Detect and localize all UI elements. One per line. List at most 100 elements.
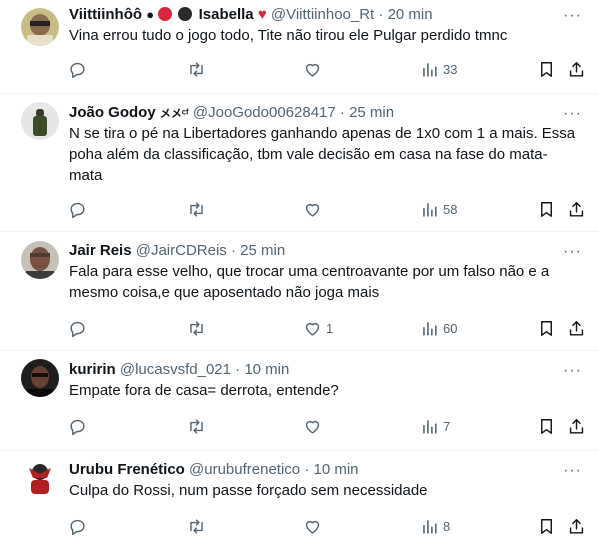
reply-icon (70, 321, 85, 337)
share-icon (569, 518, 584, 534)
retweet-icon (190, 61, 203, 77)
reply-button[interactable] (68, 318, 87, 338)
display-name[interactable]: Viittiinhôô (69, 6, 142, 23)
bookmark-button[interactable] (537, 318, 556, 338)
bookmark-button[interactable] (537, 59, 556, 79)
retweet-button[interactable] (187, 318, 206, 338)
share-button[interactable] (567, 199, 586, 219)
bookmark-icon (541, 518, 552, 534)
avatar[interactable] (21, 102, 59, 140)
share-icon (569, 201, 584, 217)
bookmark-icon (541, 418, 552, 434)
black-circle-emoji-icon (178, 7, 193, 21)
views-icon (423, 202, 437, 217)
red-heart-emoji-icon: ♥ (257, 6, 267, 23)
like-count: 1 (326, 320, 334, 336)
avatar[interactable] (21, 458, 59, 496)
avatar[interactable] (21, 241, 59, 279)
more-options-icon[interactable]: ··· (563, 363, 582, 379)
separator-dot: · (339, 104, 345, 121)
reply-icon (70, 62, 85, 78)
tweet-text: N se tira o pé na Libertadores ganhando … (69, 125, 576, 184)
timestamp[interactable]: 25 min (349, 104, 394, 121)
retweet-icon (190, 320, 203, 336)
share-button[interactable] (567, 516, 586, 536)
action-bar: 33 (0, 59, 599, 79)
bookmark-icon (541, 201, 552, 217)
share-button[interactable] (567, 318, 586, 338)
tweet-header: Viittiinhôô ● Isabella ♥ @Viittiinhoo_Rt… (69, 6, 559, 24)
like-button[interactable] (303, 516, 326, 536)
timestamp[interactable]: 25 min (240, 242, 285, 259)
like-icon (305, 420, 320, 434)
display-name[interactable]: João Godoy (69, 104, 156, 121)
action-bar: 8 (0, 516, 599, 536)
views-icon (423, 419, 437, 434)
display-name[interactable]: Urubu Frenético (69, 461, 185, 478)
action-bar: 7 (0, 416, 599, 436)
share-icon (569, 418, 584, 434)
reply-button[interactable] (68, 416, 87, 436)
views-button[interactable]: 60 (420, 318, 457, 338)
retweet-button[interactable] (187, 416, 206, 436)
display-name[interactable]: kuririn (69, 361, 116, 378)
retweet-button[interactable] (187, 516, 206, 536)
like-icon (305, 63, 320, 77)
retweet-button[interactable] (187, 59, 206, 79)
reply-button[interactable] (68, 59, 87, 79)
retweet-icon (190, 418, 203, 434)
display-name-extra[interactable]: メメᶜᶠ (160, 108, 189, 120)
user-handle[interactable]: @lucasvsfd_021 (120, 361, 231, 378)
more-options-icon[interactable]: ··· (563, 463, 582, 479)
timestamp[interactable]: 20 min (388, 6, 433, 23)
apple-emoji-icon: ● (146, 7, 155, 22)
share-button[interactable] (567, 416, 586, 436)
display-name[interactable]: Jair Reis (69, 242, 132, 259)
like-icon (305, 203, 320, 217)
bookmark-icon (541, 61, 552, 77)
user-handle[interactable]: @Viittiinhoo_Rt (271, 6, 374, 23)
bookmark-button[interactable] (537, 416, 556, 436)
views-button[interactable]: 7 (420, 416, 450, 436)
views-button[interactable]: 33 (420, 59, 457, 79)
user-handle[interactable]: @JairCDReis (136, 242, 227, 259)
display-name-extra[interactable]: Isabella (199, 6, 254, 23)
timestamp[interactable]: 10 min (244, 361, 289, 378)
reply-tweet[interactable]: Jair Reis @JairCDReis · 25 min ··· Fala … (0, 232, 599, 351)
tweet-header: Urubu Frenético @urubufrenetico · 10 min (69, 461, 559, 479)
reply-tweet[interactable]: Urubu Frenético @urubufrenetico · 10 min… (0, 451, 599, 552)
avatar[interactable] (21, 8, 59, 46)
share-icon (569, 320, 584, 336)
retweet-icon (190, 201, 203, 217)
reply-icon (70, 419, 85, 435)
more-options-icon[interactable]: ··· (563, 244, 582, 260)
views-icon (423, 321, 437, 336)
action-bar: 58 (0, 199, 599, 219)
like-button[interactable]: 1 (303, 318, 333, 338)
reply-tweet[interactable]: Viittiinhôô ● Isabella ♥ @Viittiinhoo_Rt… (0, 0, 599, 94)
like-button[interactable] (303, 59, 326, 79)
bookmark-button[interactable] (537, 199, 556, 219)
reply-button[interactable] (68, 199, 87, 219)
views-button[interactable]: 8 (420, 516, 450, 536)
reply-button[interactable] (68, 516, 87, 536)
like-button[interactable] (303, 199, 326, 219)
more-options-icon[interactable]: ··· (563, 106, 582, 122)
reply-tweet[interactable]: João Godoy メメᶜᶠ @JooGodo00628417 · 25 mi… (0, 94, 599, 232)
user-handle[interactable]: @JooGodo00628417 (193, 104, 336, 121)
like-button[interactable] (303, 416, 326, 436)
more-options-icon[interactable]: ··· (563, 8, 582, 24)
tweet-text: Vina errou tudo o jogo todo, Tite não ti… (69, 27, 508, 44)
reply-tweet[interactable]: kuririn @lucasvsfd_021 · 10 min ··· Empa… (0, 351, 599, 451)
avatar[interactable] (21, 359, 59, 397)
reply-icon (70, 519, 85, 535)
views-button[interactable]: 58 (420, 199, 457, 219)
user-handle[interactable]: @urubufrenetico (189, 461, 300, 478)
share-button[interactable] (567, 59, 586, 79)
reply-icon (70, 202, 85, 218)
timestamp[interactable]: 10 min (313, 461, 358, 478)
tweet-header: kuririn @lucasvsfd_021 · 10 min (69, 361, 559, 379)
retweet-button[interactable] (187, 199, 206, 219)
bookmark-button[interactable] (537, 516, 556, 536)
separator-dot: · (230, 242, 236, 259)
